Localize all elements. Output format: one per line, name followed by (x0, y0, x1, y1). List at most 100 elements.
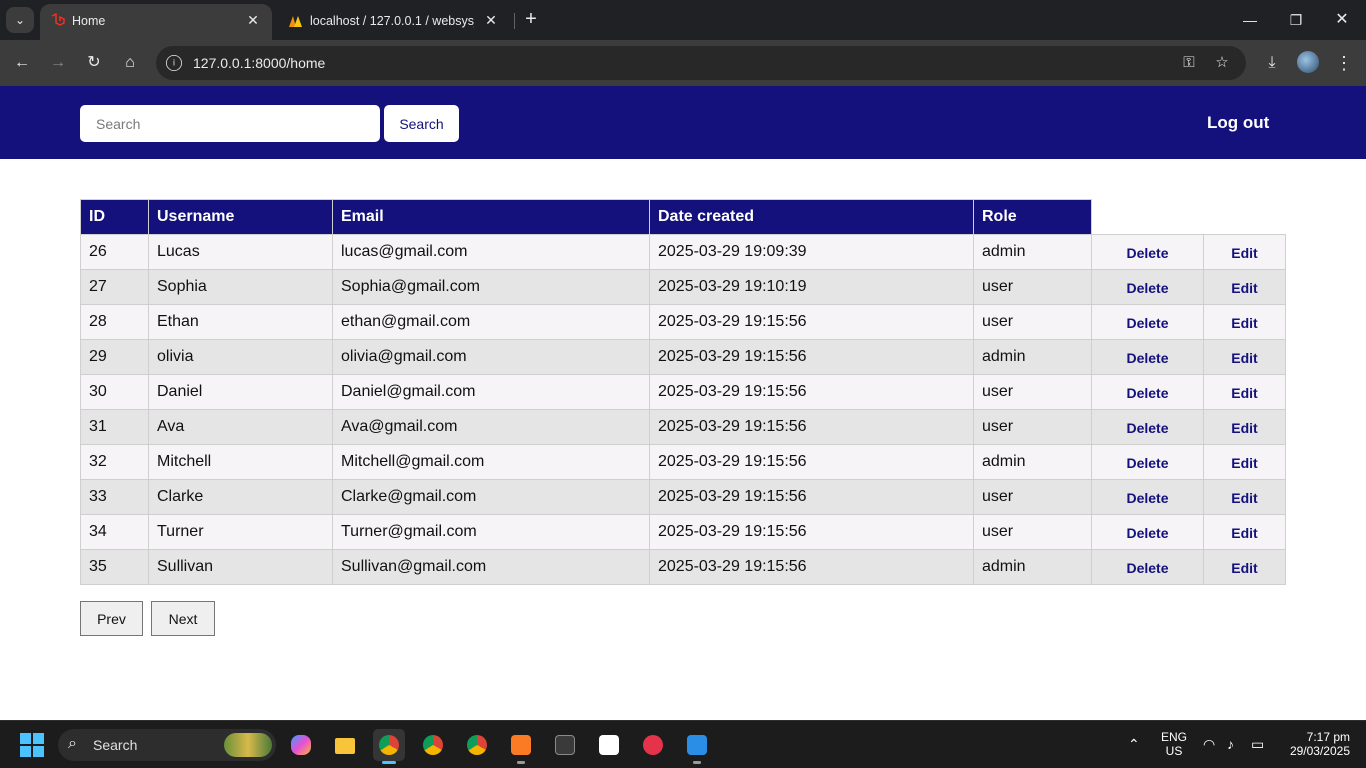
cell-email: Clarke@gmail.com (332, 479, 650, 515)
back-icon[interactable]: ← (10, 51, 34, 75)
column-header-role: Role (973, 199, 1092, 235)
cell-role: user (973, 374, 1092, 410)
delete-button[interactable]: Delete (1091, 444, 1204, 480)
edit-button[interactable]: Edit (1203, 234, 1286, 270)
cell-username: Mitchell (148, 444, 333, 480)
battery-icon[interactable]: ▭ (1251, 736, 1264, 753)
chrome-icon[interactable] (417, 729, 449, 761)
cell-email: Sullivan@gmail.com (332, 549, 650, 585)
table-row: 33 Clarke Clarke@gmail.com 2025-03-29 19… (80, 479, 1286, 515)
xampp-icon[interactable] (505, 729, 537, 764)
cell-email: ethan@gmail.com (332, 304, 650, 340)
profile-avatar[interactable] (1297, 51, 1319, 73)
tab-home[interactable]: Home ✕ (40, 4, 272, 40)
chrome-profile-icon[interactable] (373, 729, 405, 764)
cell-role: user (973, 409, 1092, 445)
edit-button[interactable]: Edit (1203, 304, 1286, 340)
search-button[interactable]: Search (384, 105, 459, 142)
next-button[interactable]: Next (151, 601, 215, 636)
tab-title: Home (72, 14, 106, 28)
taskbar-search[interactable]: ⌕ Search (58, 729, 276, 761)
url-text[interactable]: 127.0.0.1:8000/home (193, 55, 325, 71)
clock[interactable]: 7:17 pm 29/03/2025 (1280, 730, 1350, 758)
volume-icon[interactable]: ♪ (1227, 736, 1234, 752)
delete-button[interactable]: Delete (1091, 549, 1204, 585)
minimize-icon[interactable]: — (1238, 8, 1262, 32)
delete-button[interactable]: Delete (1091, 514, 1204, 550)
tab-phpmyadmin[interactable]: localhost / 127.0.0.1 / websys_m ✕ (278, 4, 510, 40)
delete-button[interactable]: Delete (1091, 479, 1204, 515)
cell-role: user (973, 514, 1092, 550)
capcut-icon[interactable] (593, 729, 625, 761)
forward-icon[interactable]: → (46, 51, 70, 75)
download-icon[interactable]: ⤓ (1260, 51, 1284, 75)
tab-search-menu-icon[interactable]: ⌄ (6, 7, 34, 33)
cell-date-created: 2025-03-29 19:15:56 (649, 479, 974, 515)
cell-role: admin (973, 234, 1092, 270)
edit-button[interactable]: Edit (1203, 339, 1286, 375)
copilot-icon[interactable] (285, 729, 317, 761)
logout-link[interactable]: Log out (1207, 113, 1269, 133)
table-row: 32 Mitchell Mitchell@gmail.com 2025-03-2… (80, 444, 1286, 480)
table-row: 34 Turner Turner@gmail.com 2025-03-29 19… (80, 514, 1286, 550)
edit-button[interactable]: Edit (1203, 269, 1286, 305)
edit-button[interactable]: Edit (1203, 374, 1286, 410)
cell-role: admin (973, 444, 1092, 480)
screen-recorder-icon[interactable] (637, 729, 669, 761)
table-row: 29 olivia olivia@gmail.com 2025-03-29 19… (80, 339, 1286, 375)
bookmark-star-icon[interactable]: ☆ (1212, 53, 1232, 73)
cell-email: olivia@gmail.com (332, 339, 650, 375)
edit-button[interactable]: Edit (1203, 479, 1286, 515)
phpmyadmin-icon (289, 16, 302, 27)
cell-id: 33 (80, 479, 149, 515)
edit-button[interactable]: Edit (1203, 549, 1286, 585)
site-info-icon[interactable]: i (166, 55, 182, 71)
cell-date-created: 2025-03-29 19:15:56 (649, 339, 974, 375)
file-explorer-icon[interactable] (329, 729, 361, 761)
menu-icon[interactable]: ⋮ (1332, 51, 1356, 75)
delete-button[interactable]: Delete (1091, 234, 1204, 270)
address-bar[interactable]: i 127.0.0.1:8000/home ⚿ ☆ (156, 46, 1246, 80)
cell-date-created: 2025-03-29 19:15:56 (649, 549, 974, 585)
cell-id: 27 (80, 269, 149, 305)
chevron-up-icon[interactable]: ⌃ (1128, 736, 1140, 753)
delete-button[interactable]: Delete (1091, 409, 1204, 445)
column-header-username: Username (148, 199, 333, 235)
edit-button[interactable]: Edit (1203, 514, 1286, 550)
cell-username: Clarke (148, 479, 333, 515)
cell-id: 34 (80, 514, 149, 550)
prev-button[interactable]: Prev (80, 601, 143, 636)
vscode-icon[interactable] (681, 729, 713, 764)
taskbar: ⌕ Search ⌃ ENG US ◠ ♪ ▭ 7:17 pm 29/03/20… (0, 720, 1366, 768)
search-input[interactable] (80, 105, 380, 142)
cell-id: 35 (80, 549, 149, 585)
delete-button[interactable]: Delete (1091, 339, 1204, 375)
edit-button[interactable]: Edit (1203, 444, 1286, 480)
close-icon[interactable]: ✕ (482, 11, 500, 29)
wifi-icon[interactable]: ◠ (1203, 736, 1215, 753)
password-key-icon[interactable]: ⚿ (1179, 53, 1199, 73)
close-icon[interactable]: ✕ (244, 11, 262, 29)
cell-email: Sophia@gmail.com (332, 269, 650, 305)
delete-button[interactable]: Delete (1091, 269, 1204, 305)
cell-id: 30 (80, 374, 149, 410)
edit-button[interactable]: Edit (1203, 409, 1286, 445)
home-icon[interactable]: ⌂ (118, 51, 142, 75)
language-label: ENG (1160, 730, 1187, 744)
language-indicator[interactable]: ENG US (1158, 730, 1190, 758)
clock-date: 29/03/2025 (1289, 744, 1350, 758)
terminal-icon[interactable] (549, 729, 581, 761)
new-tab-icon[interactable]: + (520, 9, 542, 31)
cell-email: Turner@gmail.com (332, 514, 650, 550)
reload-icon[interactable]: ↻ (82, 51, 106, 75)
chrome-icon[interactable] (461, 729, 493, 761)
window-close-icon[interactable]: ✕ (1330, 8, 1354, 32)
cell-date-created: 2025-03-29 19:15:56 (649, 409, 974, 445)
restore-icon[interactable]: ❐ (1284, 8, 1308, 32)
windows-start-icon[interactable] (20, 733, 44, 757)
delete-button[interactable]: Delete (1091, 374, 1204, 410)
cell-date-created: 2025-03-29 19:15:56 (649, 374, 974, 410)
cell-username: olivia (148, 339, 333, 375)
delete-button[interactable]: Delete (1091, 304, 1204, 340)
cell-id: 28 (80, 304, 149, 340)
